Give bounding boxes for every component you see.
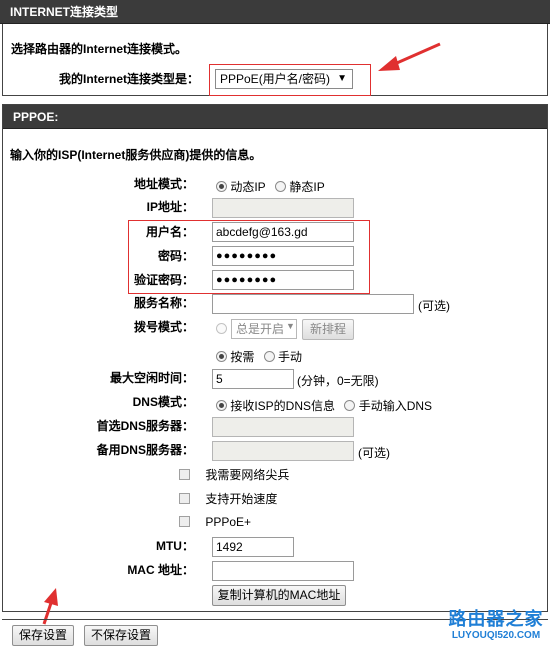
radio-on-demand-label: 按需 xyxy=(230,350,255,364)
radio-static-ip[interactable] xyxy=(275,181,287,192)
connection-type-panel: 选择路由器的Internet连接模式。 我的Internet连接类型是： PPP… xyxy=(2,24,548,96)
mtu-label: MTU： xyxy=(155,539,194,553)
connection-type-header: INTERNET连接类型 xyxy=(0,0,550,24)
secondary-dns-input[interactable] xyxy=(212,441,354,461)
mtu-input[interactable]: 1492 xyxy=(212,537,294,557)
pppoe-description: 输入你的ISP(Internet服务供应商)提供的信息。 xyxy=(10,148,262,162)
pppoe-title: PPPOE: xyxy=(13,110,59,124)
dns-mode-label: DNS模式： xyxy=(132,395,194,409)
connection-type-label: 我的Internet连接类型是： xyxy=(59,72,200,86)
mac-address-input[interactable] xyxy=(212,561,354,581)
username-label: 用户名： xyxy=(145,225,194,239)
new-schedule-button[interactable]: 新排程 xyxy=(302,319,354,340)
checkbox-speedup-label: 支持开始速度 xyxy=(205,492,278,506)
copy-mac-button[interactable]: 复制计算机的MAC地址 xyxy=(212,585,346,606)
connection-type-title: INTERNET连接类型 xyxy=(10,5,119,19)
radio-on-demand[interactable] xyxy=(216,351,227,362)
radio-manual-label: 手动 xyxy=(278,350,303,364)
chevron-down-icon: ▼ xyxy=(286,321,295,331)
service-name-input[interactable] xyxy=(212,294,414,314)
watermark-logo: 路由器之家 LUYOUQI520.COM xyxy=(446,608,546,642)
password-label: 密码： xyxy=(157,249,194,263)
checkbox-pppoe-plus[interactable] xyxy=(179,516,190,528)
mac-address-label: MAC 地址： xyxy=(127,563,194,577)
secondary-dns-label: 备用DNS服务器： xyxy=(96,443,194,457)
address-mode-options: 动态IP 静态IP xyxy=(216,178,325,195)
unicast-check-row: 我需要网络尖兵 xyxy=(179,466,289,483)
chevron-down-icon: ▼ xyxy=(337,73,347,84)
checkbox-unicast[interactable] xyxy=(179,469,190,480)
dial-always-radio-wrap xyxy=(216,321,227,335)
dial-options: 按需 手动 xyxy=(216,348,302,365)
pppoe-header: PPPOE: xyxy=(3,105,547,129)
dial-mode-label: 拨号模式： xyxy=(133,320,194,334)
radio-dns-isp[interactable] xyxy=(216,400,227,411)
watermark-text: 路由器之家 xyxy=(448,609,544,629)
dns-mode-options: 接收ISP的DNS信息 手动输入DNS xyxy=(216,397,432,414)
radio-dns-manual-label: 手动输入DNS xyxy=(358,399,433,413)
watermark-url: LUYOUQI520.COM xyxy=(451,630,541,641)
red-arrow-icon xyxy=(378,42,441,71)
ip-address-label: IP地址： xyxy=(146,200,194,214)
idle-time-label: 最大空闲时间： xyxy=(109,371,194,385)
idle-time-unit: (分钟，0=无限) xyxy=(297,374,379,388)
service-name-label: 服务名称： xyxy=(133,296,194,310)
address-mode-label: 地址模式： xyxy=(133,177,194,191)
pppoe-plus-check-row: PPPoE+ xyxy=(179,514,251,529)
verify-password-label: 验证密码： xyxy=(133,273,194,287)
radio-dns-isp-label: 接收ISP的DNS信息 xyxy=(230,399,336,413)
connection-type-value: PPPoE(用户名/密码) xyxy=(220,72,331,86)
connection-type-description: 选择路由器的Internet连接模式。 xyxy=(11,42,188,56)
username-input[interactable]: abcdefg@163.gd xyxy=(212,222,354,242)
radio-dns-manual[interactable] xyxy=(344,400,356,411)
secondary-dns-optional-text: (可选) xyxy=(358,446,390,460)
radio-dynamic-ip-label: 动态IP xyxy=(230,180,266,194)
save-settings-button[interactable]: 保存设置 xyxy=(12,625,74,646)
dial-schedule-value: 总是开启 xyxy=(236,322,285,336)
checkbox-pppoe-plus-label: PPPoE+ xyxy=(205,514,252,529)
password-input[interactable]: ●●●●●●●● xyxy=(212,246,354,266)
radio-always-on[interactable] xyxy=(216,323,227,335)
service-optional-text: (可选) xyxy=(418,299,450,313)
radio-dynamic-ip[interactable] xyxy=(216,181,227,192)
ip-address-input[interactable] xyxy=(212,198,354,218)
radio-static-ip-label: 静态IP xyxy=(289,180,325,194)
dont-save-settings-button[interactable]: 不保存设置 xyxy=(84,625,158,646)
checkbox-unicast-label: 我需要网络尖兵 xyxy=(205,468,290,482)
connection-type-select[interactable]: PPPoE(用户名/密码) ▼ xyxy=(215,69,353,89)
primary-dns-label: 首选DNS服务器： xyxy=(96,419,194,433)
verify-password-input[interactable]: ●●●●●●●● xyxy=(212,270,354,290)
idle-time-input[interactable]: 5 xyxy=(212,369,294,389)
checkbox-speedup[interactable] xyxy=(179,493,190,504)
speedup-check-row: 支持开始速度 xyxy=(179,490,277,507)
primary-dns-input[interactable] xyxy=(212,417,354,437)
radio-manual[interactable] xyxy=(263,351,275,362)
red-arrow-icon xyxy=(42,588,58,625)
